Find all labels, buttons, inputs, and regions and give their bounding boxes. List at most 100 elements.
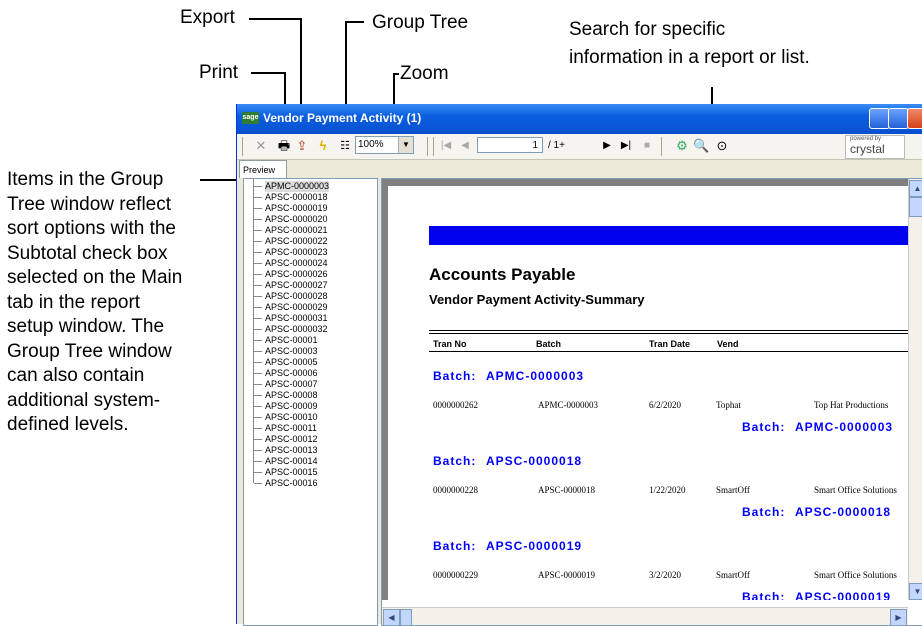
cell-tran-no: 0000000262	[433, 400, 478, 410]
tree-item[interactable]: APSC-00012	[265, 434, 318, 445]
tree-item[interactable]: APSC-00011	[265, 423, 317, 434]
cell-vendor-name: Smart Office Solutions	[814, 485, 897, 495]
cell-vend: SmartOff	[716, 485, 750, 495]
previous-page-icon[interactable]: ◀	[459, 138, 471, 154]
next-page-icon[interactable]: ▶	[601, 138, 613, 154]
refresh-icon[interactable]: ϟ	[315, 138, 331, 154]
tree-item[interactable]: APSC-00007	[265, 379, 318, 390]
scroll-thumb[interactable]	[400, 609, 412, 626]
tab-preview[interactable]: Preview	[239, 160, 287, 178]
tree-item[interactable]: APMC-0000003	[265, 181, 330, 192]
tree-item[interactable]: APSC-00006	[265, 368, 318, 379]
group-tree-items-callout-line: tab in the report	[7, 291, 141, 313]
tree-item[interactable]: APSC-0000019	[265, 203, 328, 214]
batch-footer-value: APSC-0000018	[795, 505, 892, 519]
chevron-down-icon[interactable]: ▼	[398, 137, 413, 153]
tree-item[interactable]: APSC-00016	[265, 478, 318, 489]
tree-item[interactable]: APSC-0000020	[265, 214, 328, 225]
tree-connector	[254, 450, 262, 451]
tree-connector	[254, 384, 262, 385]
tree-item[interactable]: APSC-00009	[265, 401, 318, 412]
scroll-thumb[interactable]	[909, 197, 922, 217]
tree-connector	[254, 307, 262, 308]
close-window-button[interactable]	[907, 108, 922, 129]
cell-vendor-name: Smart Office Solutions	[814, 570, 897, 580]
vertical-scrollbar[interactable]: ▲ ▼	[908, 179, 922, 600]
tree-item[interactable]: APSC-0000032	[265, 324, 328, 335]
tree-item[interactable]: APSC-00001	[265, 335, 318, 346]
report-subtitle: Vendor Payment Activity-Summary	[429, 292, 645, 307]
horizontal-scrollbar[interactable]: ◀ ▶	[382, 607, 908, 626]
sage-logo-icon: sage	[242, 112, 259, 124]
first-page-icon[interactable]: |◀	[439, 138, 453, 154]
scroll-left-icon[interactable]: ◀	[383, 609, 400, 626]
batch-group-header-label: Batch:	[433, 369, 477, 383]
print-icon[interactable]: 🖶	[276, 138, 292, 154]
tree-item[interactable]: APSC-0000023	[265, 247, 328, 258]
last-page-icon[interactable]: ▶|	[619, 138, 633, 154]
tree-item[interactable]: APSC-0000018	[265, 192, 328, 203]
search-callout-line1: Search for specific	[569, 19, 726, 40]
tree-item[interactable]: APSC-0000027	[265, 280, 328, 291]
report-page: Accounts Payable Vendor Payment Activity…	[388, 186, 908, 600]
report-title: Accounts Payable	[429, 265, 576, 284]
tree-item[interactable]: APSC-0000028	[265, 291, 328, 302]
close-icon[interactable]: ✕	[253, 138, 269, 154]
group-tree-items-callout-line: Subtotal check box	[7, 242, 168, 264]
tree-item[interactable]: APSC-00005	[265, 357, 318, 368]
zoom-callout: Zoom	[400, 63, 449, 84]
group-tree-items-callout-line: Group Tree window	[7, 340, 172, 362]
tree-connector	[254, 362, 262, 363]
export-icon[interactable]: ⇪	[294, 138, 310, 154]
zoom-select[interactable]: 100% ▼	[355, 136, 414, 154]
batch-footer-label: Batch:	[742, 505, 786, 519]
tree-item[interactable]: APSC-0000021	[265, 225, 328, 236]
tree-connector	[254, 406, 262, 407]
tree-item[interactable]: APSC-0000024	[265, 258, 328, 269]
window-title: Vendor Payment Activity (1)	[263, 111, 422, 125]
binoculars-icon[interactable]: ⊙	[714, 138, 730, 154]
export-leader-h	[249, 18, 302, 20]
tree-item[interactable]: APSC-0000031	[265, 313, 328, 324]
page-number-input[interactable]: 1	[477, 137, 543, 153]
search-expert-icon[interactable]: ⚙	[674, 138, 690, 154]
search-callout-line2: information in a report or list.	[569, 47, 810, 68]
group-tree-items-callout-line: sort options with the	[7, 218, 176, 239]
tree-item[interactable]: APSC-00013	[265, 445, 318, 456]
toolbar-separator	[427, 137, 428, 156]
cell-tran-date: 1/22/2020	[649, 485, 686, 495]
find-report-icon[interactable]: 🔍	[693, 138, 709, 154]
minimize-button[interactable]	[869, 108, 890, 129]
tree-connector	[254, 230, 262, 231]
tree-connector	[254, 186, 262, 187]
group-tree-icon[interactable]: ☷	[337, 138, 353, 154]
scroll-right-icon[interactable]: ▶	[890, 609, 907, 626]
tree-item[interactable]: APSC-00010	[265, 412, 318, 423]
tree-item[interactable]: APSC-00014	[265, 456, 318, 467]
report-toolbar: ✕ 🖶 ⇪ ϟ ☷ 100% ▼ |◀ ◀ 1 / 1+ ▶ ▶| ■ ⚙ 🔍 …	[237, 134, 922, 160]
toolbar-separator	[242, 137, 243, 156]
cell-tran-date: 3/2/2020	[649, 570, 682, 580]
report-header-bar	[429, 226, 908, 245]
scroll-down-icon[interactable]: ▼	[909, 583, 922, 600]
tree-item[interactable]: APSC-00008	[265, 390, 318, 401]
tree-connector	[254, 351, 262, 352]
batch-group-header-label: Batch:	[433, 454, 477, 468]
tree-item[interactable]: APSC-0000022	[265, 236, 328, 247]
scroll-up-icon[interactable]: ▲	[909, 180, 922, 197]
maximize-button[interactable]	[888, 108, 909, 129]
batch-group-header-value: APMC-0000003	[486, 369, 585, 383]
tree-item[interactable]: APSC-00003	[265, 346, 318, 357]
group-tree-items-callout-line: selected on the Main	[7, 267, 183, 288]
group-tree-panel[interactable]: APMC-0000003 APSC-0000018 APSC-0000019 APSC…	[243, 178, 378, 626]
tree-item[interactable]: APSC-00015	[265, 467, 318, 478]
title-bar[interactable]: sage Vendor Payment Activity (1)	[237, 104, 922, 134]
group-tree-items-callout-line: setup window. The	[7, 316, 165, 337]
tree-connector	[254, 219, 262, 220]
cell-vendor-name: Top Hat Productions	[814, 400, 889, 410]
header-rule-double	[429, 333, 908, 334]
stop-icon[interactable]: ■	[641, 138, 653, 154]
header-rule-top	[429, 330, 908, 331]
tree-item[interactable]: APSC-0000026	[265, 269, 328, 280]
tree-item[interactable]: APSC-0000029	[265, 302, 328, 313]
